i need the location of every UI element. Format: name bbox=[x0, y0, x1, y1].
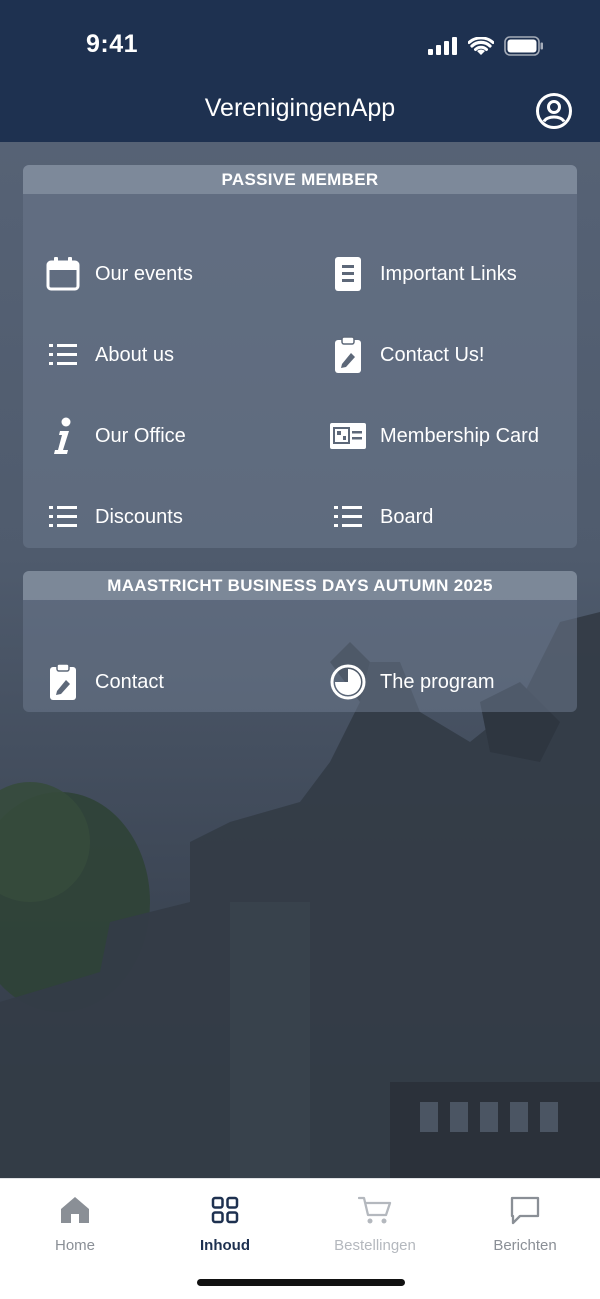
user-circle-icon bbox=[536, 93, 572, 129]
status-time: 9:41 bbox=[86, 30, 139, 58]
menu-item-our-office[interactable]: Our Office bbox=[23, 396, 300, 476]
tab-berichten[interactable]: Berichten bbox=[450, 1193, 600, 1254]
app-header: 9:41 VerenigingenApp bbox=[0, 0, 600, 142]
menu-item-label: Discounts bbox=[95, 505, 183, 528]
menu-item-label: Membership Card bbox=[380, 424, 539, 447]
tab-label: Berichten bbox=[493, 1237, 557, 1254]
tab-bestellingen[interactable]: Bestellingen bbox=[300, 1193, 450, 1254]
menu-item-contact[interactable]: Contact bbox=[23, 642, 300, 712]
calendar-icon bbox=[43, 254, 83, 294]
menu-item-membership-card[interactable]: Membership Card bbox=[308, 396, 577, 476]
section-title: MAASTRICHT BUSINESS DAYS AUTUMN 2025 bbox=[23, 571, 577, 600]
document-icon bbox=[328, 254, 368, 294]
clipboard-icon bbox=[328, 335, 368, 375]
tab-label: Inhoud bbox=[200, 1237, 250, 1254]
menu-item-label: Board bbox=[380, 505, 434, 528]
menu-item-our-events[interactable]: Our events bbox=[23, 234, 300, 314]
menu-item-board[interactable]: Board bbox=[308, 477, 577, 548]
menu-item-contact-us[interactable]: Contact Us! bbox=[308, 315, 577, 395]
tab-label: Bestellingen bbox=[334, 1237, 416, 1254]
home-indicator bbox=[197, 1279, 405, 1286]
pie-chart-icon bbox=[328, 662, 368, 702]
tab-home[interactable]: Home bbox=[0, 1193, 150, 1254]
menu-item-important-links[interactable]: Important Links bbox=[308, 234, 577, 314]
profile-button[interactable] bbox=[535, 92, 573, 130]
message-icon bbox=[450, 1193, 600, 1227]
section-title: PASSIVE MEMBER bbox=[23, 165, 577, 194]
tab-inhoud[interactable]: Inhoud bbox=[150, 1193, 300, 1254]
list-icon bbox=[43, 497, 83, 537]
wifi-icon bbox=[467, 35, 495, 61]
menu-item-label: Contact bbox=[95, 670, 164, 693]
menu-item-label: The program bbox=[380, 670, 495, 693]
section-maastricht-business-days: MAASTRICHT BUSINESS DAYS AUTUMN 2025 Con… bbox=[23, 571, 577, 712]
menu-item-label: Our Office bbox=[95, 424, 186, 447]
list-icon bbox=[328, 497, 368, 537]
status-icons bbox=[428, 35, 544, 61]
clipboard-icon bbox=[43, 662, 83, 702]
section-passive-member: PASSIVE MEMBER Our events Important Link… bbox=[23, 165, 577, 548]
tab-label: Home bbox=[54, 1237, 95, 1254]
id-card-icon bbox=[328, 416, 368, 456]
battery-icon bbox=[504, 36, 544, 61]
menu-item-about-us[interactable]: About us bbox=[23, 315, 300, 395]
cart-icon bbox=[300, 1193, 450, 1227]
signal-icon bbox=[428, 37, 458, 60]
home-icon bbox=[0, 1193, 150, 1227]
menu-item-label: Our events bbox=[95, 262, 193, 285]
menu-item-label: Contact Us! bbox=[380, 343, 485, 366]
app-title: VerenigingenApp bbox=[204, 94, 396, 122]
info-icon bbox=[43, 416, 83, 456]
list-icon bbox=[43, 335, 83, 375]
menu-item-discounts[interactable]: Discounts bbox=[23, 477, 300, 548]
menu-item-label: About us bbox=[95, 343, 174, 366]
menu-item-label: Important Links bbox=[380, 262, 517, 285]
grid-icon bbox=[150, 1193, 300, 1227]
menu-item-the-program[interactable]: The program bbox=[308, 642, 577, 712]
